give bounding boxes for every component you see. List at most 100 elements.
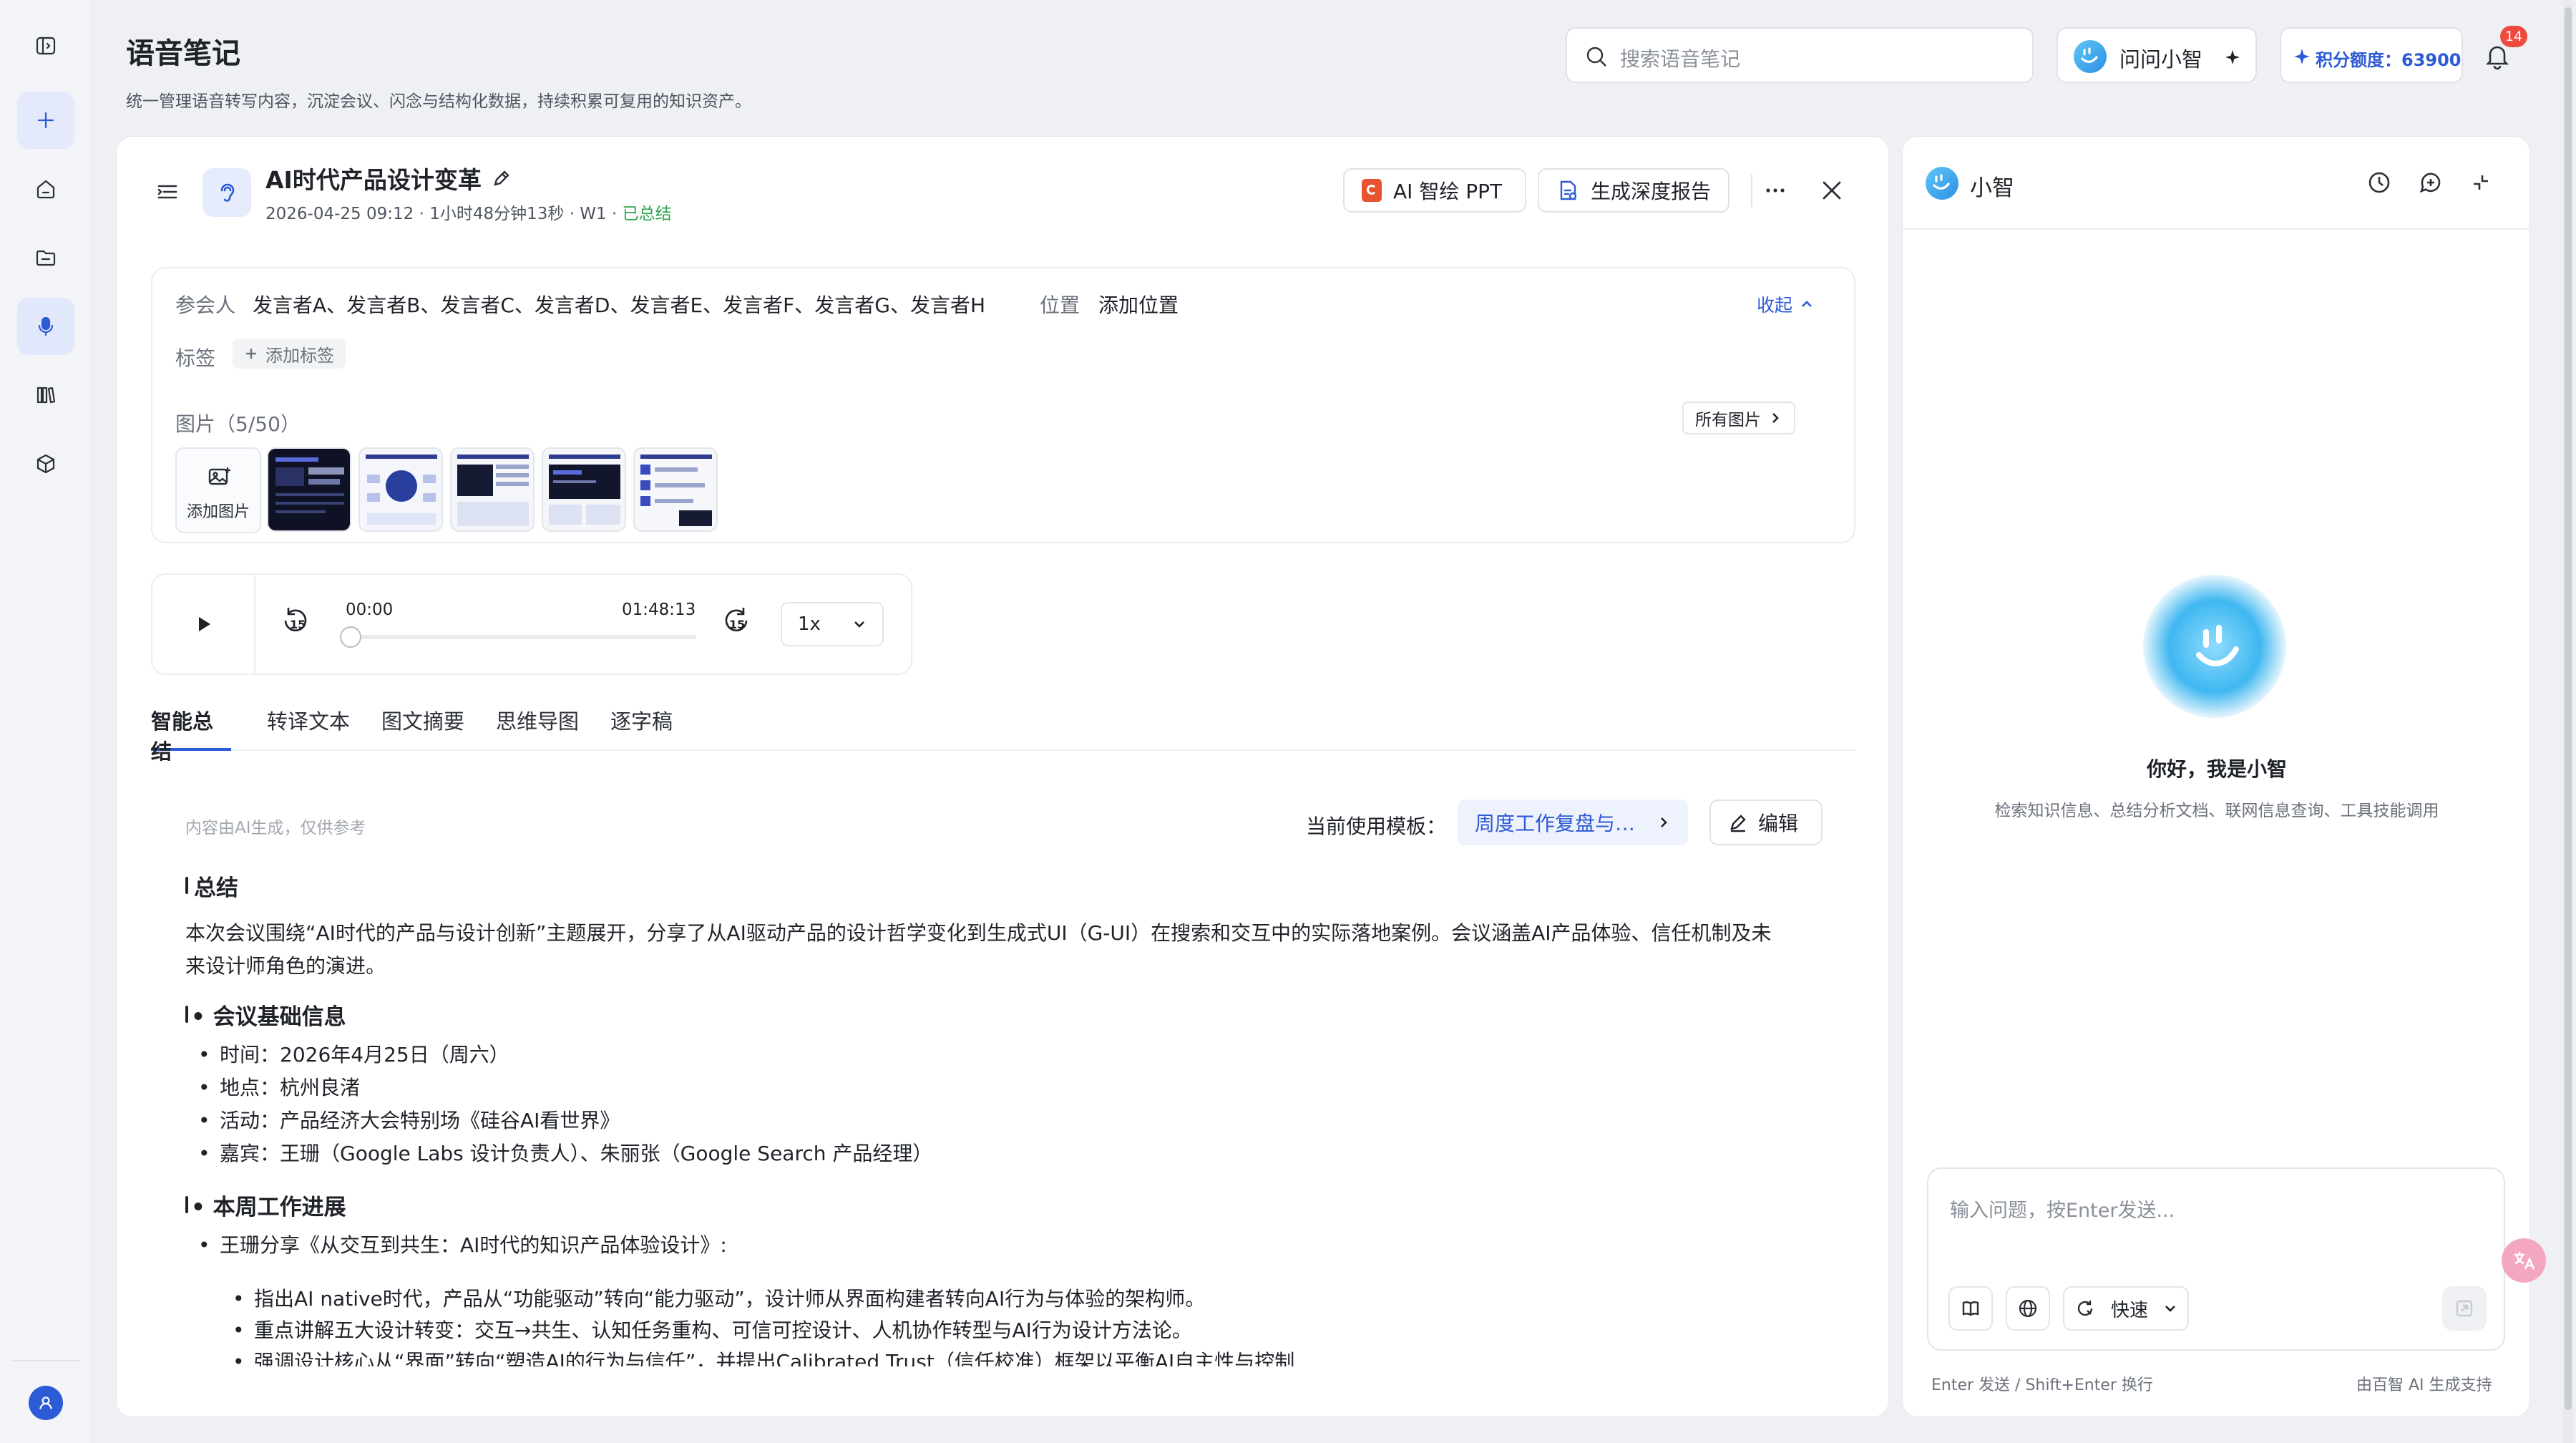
note-meta: 2026-04-25 09:12 · 1小时48分钟13秒 · W1 · (265, 205, 623, 223)
all-images-button[interactable]: 所有图片 (1682, 402, 1795, 434)
page-subtitle: 统一管理语音转写内容，沉淀会议、闪念与结构化数据，持续积累可复用的知识资产。 (126, 92, 751, 111)
sidebar-item-home[interactable] (17, 160, 74, 218)
edit-pencil-icon[interactable] (492, 168, 512, 188)
translate-icon (2514, 1252, 2535, 1270)
chat-input[interactable]: 输入问题，按Enter发送... (1950, 1195, 2175, 1223)
assistant-name: 小智 (1970, 175, 2014, 201)
tab-image-summary[interactable]: 图文摘要 (381, 698, 464, 751)
credits-label: 积分额度：63900 (2316, 50, 2462, 70)
more-icon[interactable] (1761, 180, 1790, 201)
image-thumbnail[interactable] (267, 447, 351, 532)
list-subitem: 重点讲解五大设计转变：交互→共生、认知任务重构、可信可控设计、人机协作转型与AI… (185, 1315, 1831, 1346)
section-heading: 总结 (185, 867, 1831, 904)
ai-disclaimer: 内容由AI生成，仅供参考 (185, 819, 366, 837)
history-icon[interactable] (2366, 170, 2392, 195)
microphone-icon (38, 316, 54, 336)
list-subitem: 强调设计核心从“界面”转向“塑造AI的行为与信任”，并提出Calibrated … (185, 1346, 1831, 1366)
location-label: 位置 (1040, 293, 1080, 317)
scrollbar-thumb[interactable] (2565, 7, 2572, 1410)
template-selector[interactable]: 周度工作复盘与… (1458, 800, 1688, 845)
image-thumbnail[interactable] (542, 447, 626, 532)
close-icon[interactable] (1820, 178, 1844, 203)
location-value[interactable]: 添加位置 (1098, 290, 1179, 319)
edit-summary-button[interactable]: 编辑 (1709, 800, 1823, 845)
package-icon (36, 454, 55, 474)
assistant-logo-icon (1926, 167, 1958, 200)
assistant-logo-icon (2074, 40, 2107, 73)
participants-label: 参会人 (175, 293, 236, 317)
section-title-basic-info: • 会议基础信息 (191, 1004, 346, 1030)
page-title: 语音笔记 (126, 37, 240, 70)
collapse-button[interactable]: 收起 (1757, 291, 1814, 317)
image-thumbnail[interactable] (633, 447, 718, 532)
header-divider (1751, 174, 1752, 207)
chevron-right-icon (1772, 413, 1779, 423)
forward-seconds: 15 (729, 618, 746, 631)
send-icon (2456, 1300, 2473, 1317)
page-scrollbar[interactable] (2563, 0, 2573, 1443)
tab-mind-map[interactable]: 思维导图 (496, 698, 579, 751)
menu-icon[interactable] (157, 181, 178, 203)
web-search-button[interactable] (2006, 1286, 2050, 1331)
play-icon (199, 617, 210, 631)
ai-ppt-button[interactable]: AI 智绘 PPT (1343, 168, 1526, 213)
edit-icon (1730, 815, 1746, 832)
send-button[interactable] (2442, 1286, 2487, 1331)
list-item: 地点：杭州良渚 (185, 1072, 1831, 1104)
panel-toggle-button[interactable] (17, 17, 74, 74)
template-value: 周度工作复盘与… (1475, 812, 1636, 835)
assistant-panel: 小智 你好，我是小智 检索知识信息、总结分析文档、联网信息查询、工具技能调用 输… (1902, 136, 2530, 1417)
new-button[interactable] (17, 92, 74, 149)
search-input[interactable]: 搜索语音笔记 (1620, 44, 1740, 72)
all-images-label: 所有图片 (1695, 411, 1761, 429)
template-label: 当前使用模板： (1306, 815, 1447, 838)
sidebar-item-package[interactable] (17, 435, 74, 492)
tab-smart-summary[interactable]: 智能总结 (151, 698, 231, 764)
summary-content: 总结 本次会议围绕“AI时代的产品与设计创新”主题展开，分享了从AI驱动产品的设… (185, 867, 1831, 1366)
section-title-summary: 总结 (194, 875, 238, 901)
forward-button[interactable]: 15 (719, 605, 752, 642)
sparkle-icon (2225, 50, 2240, 64)
sidebar (0, 0, 92, 1443)
add-tag-button[interactable]: 添加标签 (233, 339, 346, 369)
collapse-panel-icon[interactable] (2469, 171, 2492, 194)
image-thumbnail[interactable] (358, 447, 443, 532)
summary-paragraph: 本次会议围绕“AI时代的产品与设计创新”主题展开，分享了从AI驱动产品的设计哲学… (185, 921, 1772, 978)
add-image-button[interactable]: 添加图片 (175, 447, 261, 533)
home-icon (36, 180, 55, 199)
input-hint: Enter 发送 / Shift+Enter 换行 (1931, 1376, 2153, 1394)
tab-transcript[interactable]: 转译文本 (267, 698, 350, 751)
note-title: AI时代产品设计变革 (265, 166, 482, 194)
knowledge-button[interactable] (1948, 1286, 1993, 1331)
mode-select[interactable]: 快速 (2063, 1286, 2189, 1331)
powered-by: 由百智 AI 生成支持 (2356, 1376, 2492, 1394)
assistant-face-icon (2196, 625, 2239, 666)
play-button[interactable] (152, 575, 255, 674)
user-avatar[interactable] (29, 1386, 63, 1420)
new-chat-icon[interactable] (2418, 170, 2444, 195)
speed-select[interactable]: 1x (781, 602, 884, 646)
ask-assistant-button[interactable]: 问问小智 (2057, 27, 2257, 83)
plus-icon (246, 349, 256, 359)
tab-verbatim[interactable]: 逐字稿 (610, 698, 673, 751)
progress-sublist: 指出AI native时代，产品从“功能驱动”转向“能力驱动”，设计师从界面构建… (185, 1283, 1831, 1366)
basic-info-list: 时间：2026年4月25日（周六） 地点：杭州良渚 活动：产品经济大会特别场《硅… (185, 1039, 1831, 1170)
progress-track[interactable] (350, 635, 696, 639)
add-tag-label: 添加标签 (265, 345, 334, 366)
sidebar-item-folder[interactable] (17, 229, 74, 286)
rewind-button[interactable]: 15 (280, 605, 313, 642)
search-box[interactable]: 搜索语音笔记 (1566, 27, 2034, 83)
deep-report-label: 生成深度报告 (1591, 180, 1712, 203)
images-label: 图片（5/50） (175, 412, 301, 436)
translate-button[interactable] (2502, 1238, 2546, 1283)
progress-handle[interactable] (340, 626, 361, 648)
panel-toggle-icon (36, 37, 56, 55)
chevron-right-icon (1661, 817, 1667, 827)
current-time: 00:00 (346, 601, 394, 619)
section-title-progress: • 本周工作进展 (191, 1194, 346, 1220)
sidebar-item-voice-notes[interactable] (17, 298, 74, 355)
deep-report-button[interactable]: 生成深度报告 (1538, 168, 1729, 213)
credits-button[interactable]: 积分额度：63900 (2280, 27, 2463, 83)
image-thumbnail[interactable] (450, 447, 535, 532)
sidebar-item-library[interactable] (17, 366, 74, 424)
